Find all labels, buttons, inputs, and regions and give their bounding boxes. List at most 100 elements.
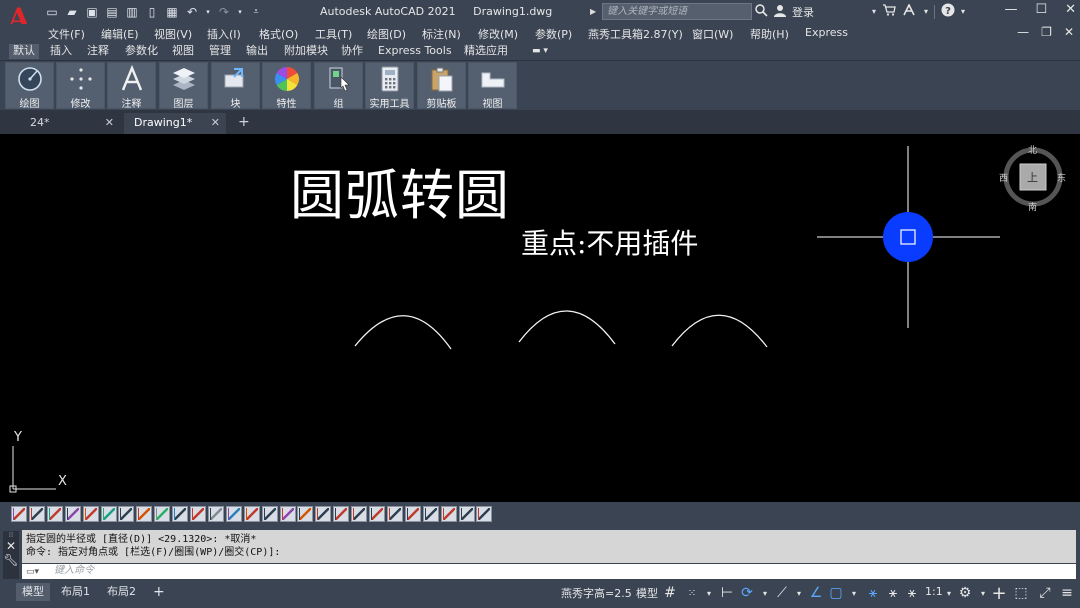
tab-collaborate[interactable]: 协作 xyxy=(337,44,367,59)
file-tab-24[interactable]: 24* ✕ xyxy=(20,113,120,134)
object-snap-tracking-icon[interactable]: ∠ xyxy=(807,584,825,602)
search-expand-icon[interactable]: ▶ xyxy=(590,7,596,16)
dimension-tool-button[interactable] xyxy=(11,506,27,522)
new-file-icon[interactable]: ▭ xyxy=(44,4,60,20)
viewcube-face-label[interactable]: 上 xyxy=(1027,169,1038,185)
grid-icon[interactable]: # xyxy=(661,584,679,602)
menu-format[interactable]: 格式(O) xyxy=(259,26,298,42)
dimension-tool-button[interactable] xyxy=(243,506,260,522)
menu-dimension[interactable]: 标注(N) xyxy=(422,26,461,42)
tab-insert[interactable]: 插入 xyxy=(46,44,76,59)
snap-icon[interactable]: ⁙ xyxy=(683,584,701,602)
menu-parametric[interactable]: 参数(P) xyxy=(535,26,572,42)
drawing-canvas[interactable]: 圆弧转圆 重点:不用插件 北 南 东 西 上 Y X xyxy=(3,134,1077,502)
tab-express-tools[interactable]: Express Tools xyxy=(374,44,456,59)
menu-draw[interactable]: 绘图(D) xyxy=(367,26,406,42)
login-label[interactable]: 登录 xyxy=(792,4,814,20)
menu-window[interactable]: 窗口(W) xyxy=(692,26,733,42)
group-button[interactable]: 组 xyxy=(314,62,363,110)
draw-button[interactable]: 绘图 xyxy=(5,62,54,110)
isodraft-icon[interactable]: ⟋ xyxy=(773,584,791,602)
search-input[interactable]: 键入关键字或短语 xyxy=(602,3,753,20)
help-dropdown-icon[interactable]: ▾ xyxy=(961,7,965,16)
utilities-button[interactable]: 实用工具 xyxy=(365,62,414,110)
annotation-monitor-plus-icon[interactable]: + xyxy=(990,583,1008,604)
cart-icon[interactable] xyxy=(882,4,896,19)
command-customize-icon[interactable]: 🔧︎ xyxy=(3,553,19,567)
tab-annotate[interactable]: 注释 xyxy=(83,44,113,59)
dimension-tool-button[interactable] xyxy=(315,506,332,522)
clipboard-button[interactable]: 剪贴板 xyxy=(417,62,466,110)
tab-default[interactable]: 默认 xyxy=(9,44,39,59)
dimension-tool-button[interactable] xyxy=(207,506,224,522)
dimension-tool-button[interactable] xyxy=(190,506,206,522)
redo-dropdown-icon[interactable]: ▾ xyxy=(236,4,244,20)
dimension-tool-button[interactable] xyxy=(422,506,439,522)
command-prompt-icon[interactable]: ▭▾ xyxy=(26,565,50,577)
annotation-scale-icon[interactable]: ⚹ xyxy=(903,584,921,602)
customization-menu-icon[interactable]: ≡ xyxy=(1058,584,1076,602)
viewcube-west-label[interactable]: 西 xyxy=(999,171,1008,184)
new-tab-plus-icon[interactable]: + xyxy=(238,114,250,130)
ortho-icon[interactable]: ⊢ xyxy=(718,584,736,602)
menu-insert[interactable]: 插入(I) xyxy=(207,26,241,42)
dimension-tool-button[interactable] xyxy=(404,506,421,522)
login-dropdown-icon[interactable]: ▾ xyxy=(872,7,876,16)
auto-scale-icon[interactable]: ⚹ xyxy=(884,584,902,602)
menu-tools[interactable]: 工具(T) xyxy=(315,26,352,42)
undo-dropdown-icon[interactable]: ▾ xyxy=(204,4,212,20)
dimension-tool-button[interactable] xyxy=(440,506,457,522)
view-button[interactable]: 视图 xyxy=(468,62,517,110)
tab-addins[interactable]: 附加模块 xyxy=(280,44,332,59)
dimension-tool-button[interactable] xyxy=(333,506,350,522)
isodraft-dropdown-icon[interactable]: ▾ xyxy=(790,584,808,602)
layout-tab-layout2[interactable]: 布局2 xyxy=(101,583,142,601)
snap-dropdown-icon[interactable]: ▾ xyxy=(700,584,718,602)
save-icon[interactable]: ▣ xyxy=(84,4,100,20)
layout-tab-model[interactable]: 模型 xyxy=(16,583,50,601)
autodesk-a360-icon[interactable] xyxy=(902,3,918,19)
polar-dropdown-icon[interactable]: ▾ xyxy=(756,584,774,602)
dimension-tool-button[interactable] xyxy=(172,506,189,522)
a360-dropdown-icon[interactable]: ▾ xyxy=(924,7,928,16)
dimension-tool-button[interactable] xyxy=(82,506,99,522)
dimension-tool-button[interactable] xyxy=(386,506,403,522)
object-snap-icon[interactable]: ▢ xyxy=(827,584,845,602)
dimension-tool-button[interactable] xyxy=(46,506,63,522)
modify-button[interactable]: 修改 xyxy=(56,62,105,110)
tab-view[interactable]: 视图 xyxy=(168,44,198,59)
doc-restore-icon[interactable]: ❐ xyxy=(1041,25,1052,39)
workspace-gear-icon[interactable]: ⚙ xyxy=(956,584,974,602)
menu-edit[interactable]: 编辑(E) xyxy=(101,26,139,42)
layers-button[interactable]: 图层 xyxy=(159,62,208,110)
menu-help[interactable]: 帮助(H) xyxy=(750,26,789,42)
arc-2[interactable] xyxy=(518,310,616,345)
menu-express[interactable]: Express xyxy=(805,26,848,39)
dimension-tool-button[interactable] xyxy=(100,506,117,522)
command-input[interactable]: ▭▾ 键入命令 xyxy=(22,564,1076,579)
viewcube-south-label[interactable]: 南 xyxy=(1028,200,1037,213)
dimension-tool-button[interactable] xyxy=(154,506,171,522)
model-space-button[interactable]: 模型 xyxy=(636,585,658,601)
dimension-tool-button[interactable] xyxy=(458,506,475,522)
layout-tab-layout1[interactable]: 布局1 xyxy=(55,583,96,601)
save-cloud-icon[interactable]: ▥ xyxy=(124,4,140,20)
plot-icon[interactable]: ▦ xyxy=(164,4,180,20)
open-folder-icon[interactable]: ▰ xyxy=(64,4,80,20)
dimension-tool-button[interactable] xyxy=(351,506,368,522)
dimension-tool-button[interactable] xyxy=(118,506,135,522)
search-icon[interactable] xyxy=(754,3,768,20)
menu-view[interactable]: 视图(V) xyxy=(154,26,192,42)
dimension-tool-button[interactable] xyxy=(64,506,81,522)
tab-manage[interactable]: 管理 xyxy=(205,44,235,59)
help-icon[interactable]: ? xyxy=(941,3,955,20)
dimension-tool-button[interactable] xyxy=(225,506,242,522)
close-tab-icon[interactable]: ✕ xyxy=(211,113,220,133)
polar-tracking-icon[interactable]: ⟳ xyxy=(738,584,756,602)
close-tab-icon[interactable]: ✕ xyxy=(105,113,114,133)
dimension-tool-button[interactable] xyxy=(261,506,278,522)
viewcube-east-label[interactable]: 东 xyxy=(1057,171,1066,184)
text-height-indicator[interactable]: 燕秀字高=2.5 xyxy=(561,585,632,601)
arc-3[interactable] xyxy=(671,314,768,348)
tab-output[interactable]: 输出 xyxy=(242,44,272,59)
